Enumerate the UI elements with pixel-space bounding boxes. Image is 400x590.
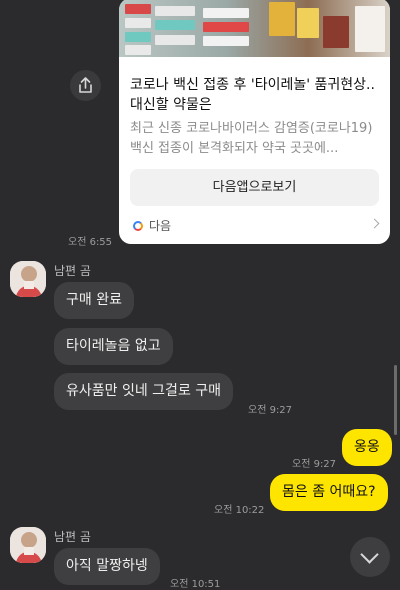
message-timestamp: 오전 9:27 — [248, 405, 293, 416]
thumbnail-box — [203, 36, 249, 46]
thumbnail-box — [125, 32, 151, 42]
message-bubble[interactable]: 유사품만 잇네 그걸로 구매 — [54, 373, 234, 410]
chevron-down-icon — [360, 545, 379, 564]
message-timestamp: 오전 10:22 — [214, 505, 265, 516]
link-preview-card[interactable]: 코로나 백신 접종 후 '타이레놀' 품귀현상.. 대신할 약물은 최근 신종 … — [119, 0, 390, 244]
link-timestamp: 오전 6:55 — [68, 237, 113, 248]
message-bubble[interactable]: 아직 말짱하넹 — [54, 548, 160, 585]
open-in-app-button[interactable]: 다음앱으로보기 — [130, 169, 379, 206]
scrollbar[interactable] — [394, 365, 397, 435]
thumbnail-box — [269, 2, 295, 36]
sender-name: 남편 곰 — [54, 264, 91, 278]
thumbnail-box — [203, 22, 249, 32]
message-bubble[interactable]: 타이레놀음 없고 — [54, 328, 173, 365]
avatar[interactable] — [10, 261, 46, 297]
thumbnail-box — [297, 8, 319, 38]
thumbnail-box — [155, 20, 195, 30]
thumbnail-box — [125, 18, 151, 28]
link-source: 다음 — [133, 217, 171, 234]
link-title: 코로나 백신 접종 후 '타이레놀' 품귀현상.. 대신할 약물은 — [130, 77, 375, 113]
thumbnail-box — [203, 8, 249, 18]
thumbnail-box — [125, 4, 151, 14]
thumbnail-box — [125, 45, 151, 55]
avatar-image — [10, 527, 46, 563]
message-timestamp: 오전 9:27 — [292, 459, 337, 470]
my-message-bubble[interactable]: 몸은 좀 어때요? — [270, 474, 388, 511]
share-icon — [79, 77, 92, 93]
thumbnail-box — [155, 6, 195, 16]
link-source-label: 다음 — [149, 219, 172, 233]
thumbnail-box — [355, 6, 385, 52]
message-timestamp: 오전 10:51 — [170, 579, 221, 590]
share-button[interactable] — [70, 70, 101, 101]
avatar[interactable] — [10, 527, 46, 563]
thumbnail-box — [155, 35, 195, 45]
sender-name: 남편 곰 — [54, 530, 91, 544]
daum-logo-icon — [133, 221, 143, 231]
message-bubble[interactable]: 구매 완료 — [54, 282, 134, 319]
scroll-to-bottom-button[interactable] — [350, 537, 390, 577]
avatar-image — [10, 261, 46, 297]
link-thumbnail — [119, 0, 390, 57]
link-description: 최근 신종 코로나바이러스 감염증(코로나19) 백신 접종이 본격화되자 약국… — [130, 121, 373, 156]
chevron-right-icon — [369, 218, 380, 229]
my-message-bubble[interactable]: 옹옹 — [342, 429, 392, 466]
thumbnail-box — [323, 16, 349, 48]
